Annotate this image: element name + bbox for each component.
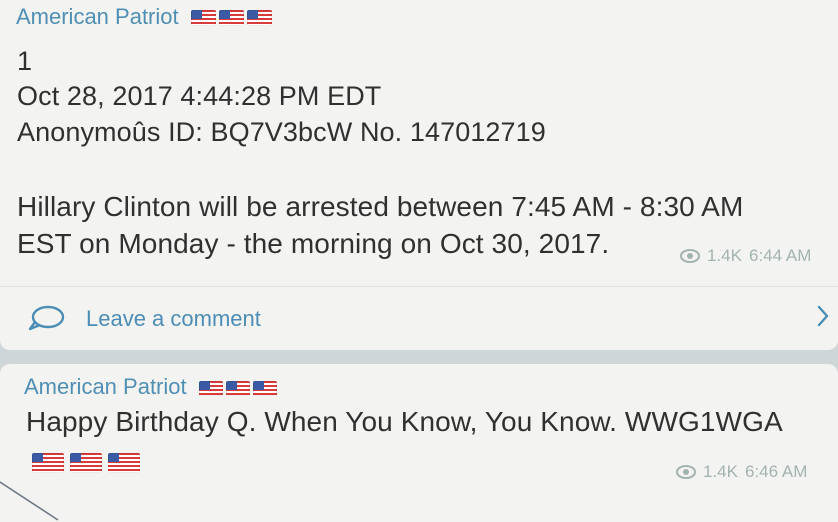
us-flag-icon [225, 380, 250, 396]
message-sender[interactable]: American Patriot [16, 4, 272, 30]
chevron-right-icon [815, 304, 831, 333]
message-time: 6:44 AM [748, 246, 812, 265]
message-meta: 1.4K 6:44 AM [680, 246, 811, 266]
us-flag-icon [108, 453, 140, 473]
us-flag-icon [32, 453, 64, 473]
message-meta: 1.4K 6:46 AM [676, 462, 807, 482]
message-text-body-line: EST on Monday - the morning on Oct 30, 2… [17, 228, 610, 259]
message-body-flags [32, 453, 140, 473]
message-text-body-line: Hillary Clinton will be arrested between… [17, 191, 744, 222]
leave-comment-label: Leave a comment [86, 306, 261, 331]
message-text-body-line: Happy Birthday Q. When You Know, You Kno… [26, 406, 783, 437]
comment-bubble-icon [26, 304, 66, 337]
message-time: 6:46 AM [744, 462, 808, 481]
message-text-date: Oct 28, 2017 4:44:28 PM EDT [17, 81, 382, 111]
sender-name: American Patriot [24, 374, 187, 399]
eye-icon [680, 249, 700, 263]
edge-line [0, 481, 59, 521]
us-flag-icon [252, 380, 277, 396]
leave-comment-button[interactable]: Leave a comment [0, 290, 838, 346]
eye-icon [676, 465, 696, 479]
sender-flags [190, 10, 272, 27]
message-text-anon-id: Anonymoûs ID: BQ7V3bcW No. 147012719 [17, 117, 546, 147]
message-sender[interactable]: American Patriot [24, 374, 277, 400]
us-flag-icon [218, 10, 244, 27]
view-count: 1.4K [703, 462, 738, 481]
sender-flags [198, 380, 277, 396]
us-flag-icon [198, 380, 223, 396]
sender-name: American Patriot [16, 4, 179, 29]
us-flag-icon [190, 10, 216, 27]
view-count: 1.4K [707, 246, 742, 265]
us-flag-icon [246, 10, 272, 27]
message-text-number: 1 [17, 46, 33, 76]
divider [0, 286, 838, 287]
telegram-channel-view: American Patriot 1 Oct 28, 2017 4:44:28 … [0, 0, 838, 522]
us-flag-icon [70, 453, 102, 473]
